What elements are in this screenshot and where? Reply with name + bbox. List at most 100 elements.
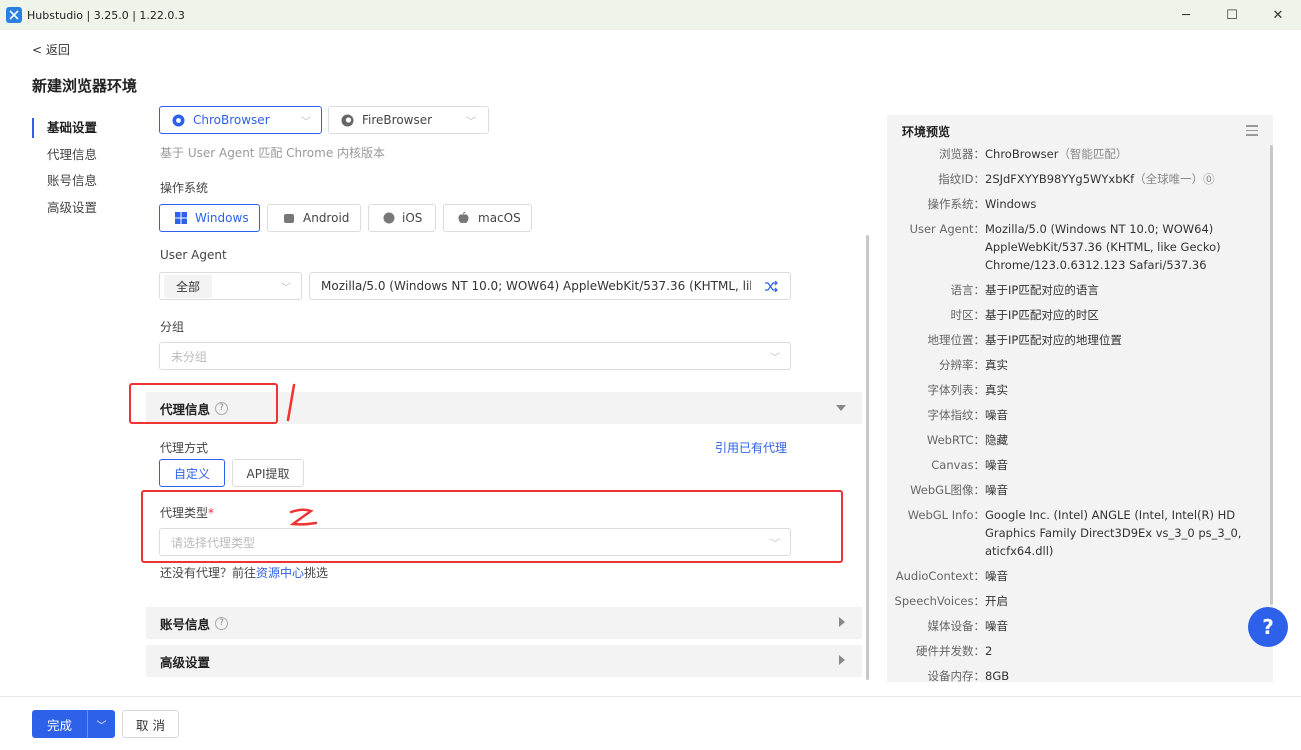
browser-hint: 基于 User Agent 匹配 Chrome 内核版本 xyxy=(160,146,386,160)
preview-row-key: 指纹ID： xyxy=(938,172,985,186)
browser-option-firebrowser[interactable]: FireBrowser ﹀ xyxy=(328,106,489,134)
preview-row: 浏览器： ChroBrowser（智能匹配） xyxy=(887,145,1273,163)
help-circle-icon[interactable]: ? xyxy=(215,616,229,630)
preview-row-value: 噪音 xyxy=(985,408,1008,422)
advanced-section-title: 高级设置 xyxy=(160,654,211,670)
close-button[interactable]: ✕ xyxy=(1255,0,1301,30)
preview-row-key: AudioContext： xyxy=(895,569,985,583)
ios-icon xyxy=(383,212,395,224)
preview-row-key: 地理位置： xyxy=(927,333,986,347)
preview-row-key: 设备内存： xyxy=(927,669,986,682)
preview-row: AudioContext： 噪音 xyxy=(887,567,1273,585)
done-button-group: 完成 ﹀ xyxy=(32,710,115,738)
footer-bar: 完成 ﹀ 取 消 xyxy=(0,696,1301,750)
help-button[interactable]: ? xyxy=(1248,607,1288,647)
caret-right-icon xyxy=(839,617,845,627)
nav-item-account-info[interactable]: 账号信息 xyxy=(32,171,132,198)
preview-row-key: 操作系统： xyxy=(927,197,986,211)
preview-row-value: 基于IP匹配对应的时区 xyxy=(985,308,1099,322)
group-placeholder: 未分组 xyxy=(171,349,208,364)
preview-row: 时区： 基于IP匹配对应的时区 xyxy=(887,306,1273,324)
user-agent-filter-select[interactable]: 全部 ﹀ xyxy=(159,272,302,300)
annotation-box-2 xyxy=(141,490,843,563)
preview-row-value: 隐藏 xyxy=(985,433,1008,447)
caret-right-icon xyxy=(839,655,845,665)
proxy-method-custom[interactable]: 自定义 xyxy=(159,459,225,487)
section-nav: 基础设置 代理信息 账号信息 高级设置 xyxy=(32,118,132,224)
minimize-button[interactable]: ─ xyxy=(1163,0,1209,30)
preview-row: 地理位置： 基于IP匹配对应的地理位置 xyxy=(887,331,1273,349)
os-option-macos[interactable]: macOS xyxy=(443,204,532,232)
account-section-header[interactable]: 账号信息 ? xyxy=(146,607,862,639)
preview-row-value: 开启 xyxy=(985,594,1008,608)
preview-row-value: 2SJdFXYYB98YYg5WYxbKf（全球唯一）⓪ xyxy=(985,172,1215,186)
nav-item-advanced-settings[interactable]: 高级设置 xyxy=(32,198,132,225)
preview-row-key: 字体指纹： xyxy=(927,408,986,422)
preview-row-value: 噪音 xyxy=(985,569,1008,583)
cancel-button[interactable]: 取 消 xyxy=(122,710,179,738)
preview-row-note: （智能匹配） xyxy=(1058,147,1128,161)
preview-row-note: （全球唯一）⓪ xyxy=(1134,172,1215,186)
advanced-section-header[interactable]: 高级设置 xyxy=(146,645,862,677)
preview-row: 分辨率： 真实 xyxy=(887,356,1273,374)
done-dropdown-button[interactable]: ﹀ xyxy=(88,710,115,738)
browser-option-label: ChroBrowser xyxy=(193,113,270,127)
apple-icon xyxy=(458,212,469,224)
environment-preview-panel: 环境预览 浏览器： ChroBrowser（智能匹配） 指纹ID： 2SJdFXYYB… xyxy=(887,115,1273,682)
preview-row-value: 基于IP匹配对应的语言 xyxy=(985,283,1099,297)
preview-row: SpeechVoices： 开启 xyxy=(887,592,1273,610)
form-scrollbar[interactable] xyxy=(866,235,869,680)
proxy-method-api[interactable]: API提取 xyxy=(232,459,304,487)
preview-row: 操作系统： Windows xyxy=(887,195,1273,213)
chevron-down-icon: ﹀ xyxy=(301,116,311,128)
os-option-label: macOS xyxy=(478,211,521,225)
android-icon xyxy=(284,214,294,223)
preview-row-key: 浏览器： xyxy=(939,147,985,161)
preview-row-key: WebGL图像： xyxy=(910,483,985,497)
preview-scrollbar[interactable] xyxy=(1270,145,1273,605)
preview-row-key: WebRTC： xyxy=(926,433,985,447)
preview-row-value: ChroBrowser（智能匹配） xyxy=(985,147,1128,161)
os-option-android[interactable]: Android xyxy=(267,204,361,232)
browser-option-chrobrowser[interactable]: ChroBrowser ﹀ xyxy=(159,106,322,134)
chevron-down-icon: ﹀ xyxy=(466,116,476,128)
resource-center-link[interactable]: 资源中心 xyxy=(256,566,304,580)
preview-row-value: 噪音 xyxy=(985,458,1008,472)
preview-row-key: 硬件并发数： xyxy=(916,644,985,658)
os-label: 操作系统 xyxy=(160,181,209,195)
list-toggle-icon[interactable] xyxy=(1246,125,1258,136)
back-link[interactable]: < 返回 xyxy=(32,41,70,58)
shuffle-icon[interactable] xyxy=(765,281,778,292)
done-button[interactable]: 完成 xyxy=(32,710,88,738)
firebrowser-icon xyxy=(341,114,354,126)
preview-row: WebRTC： 隐藏 xyxy=(887,431,1273,449)
group-label: 分组 xyxy=(160,320,185,334)
preview-row: 硬件并发数： 2 xyxy=(887,642,1273,660)
os-option-windows[interactable]: Windows xyxy=(159,204,260,232)
title-bar: Hubstudio | 3.25.0 | 1.22.0.3 ─ ☐ ✕ xyxy=(0,0,1301,30)
use-existing-proxy-link[interactable]: 引用已有代理 xyxy=(715,439,787,456)
group-select[interactable]: 未分组 ﹀ xyxy=(159,342,791,370)
os-option-label: Android xyxy=(303,211,350,225)
chevron-down-icon: ﹀ xyxy=(770,353,780,364)
preview-row-key: 媒体设备： xyxy=(927,619,986,633)
preview-row-key: 时区： xyxy=(950,308,986,322)
nav-item-proxy-info[interactable]: 代理信息 xyxy=(32,145,132,172)
os-option-ios[interactable]: iOS xyxy=(368,204,436,232)
nav-item-basic-settings[interactable]: 基础设置 xyxy=(32,118,132,145)
annotation-mark-2 xyxy=(289,508,318,526)
preview-row: 字体列表： 真实 xyxy=(887,381,1273,399)
user-agent-input[interactable]: Mozilla/5.0 (Windows NT 10.0; WOW64) App… xyxy=(309,272,791,300)
preview-row: User Agent： Mozilla/5.0 (Windows NT 10.0;… xyxy=(887,220,1273,274)
window-title: Hubstudio | 3.25.0 | 1.22.0.3 xyxy=(27,8,185,22)
user-agent-value: Mozilla/5.0 (Windows NT 10.0; WOW64) App… xyxy=(321,279,751,293)
app-logo-icon xyxy=(6,7,22,23)
annotation-box-1 xyxy=(129,383,278,424)
preview-row-key: User Agent： xyxy=(909,222,985,236)
preview-row: 字体指纹： 噪音 xyxy=(887,406,1273,424)
os-option-label: Windows xyxy=(195,211,249,225)
caret-down-icon xyxy=(836,405,846,411)
preview-row-key: 分辨率： xyxy=(939,358,985,372)
preview-title: 环境预览 xyxy=(902,125,951,139)
maximize-button[interactable]: ☐ xyxy=(1209,0,1255,30)
